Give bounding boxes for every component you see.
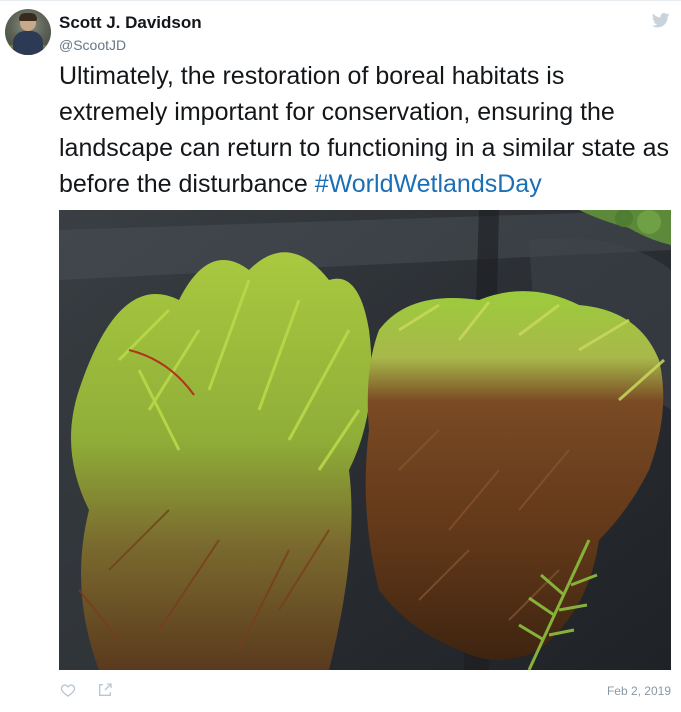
embedded-tweet: Scott J. Davidson @ScootJD Ultimately, t… — [0, 0, 681, 712]
twitter-bird-icon[interactable] — [652, 13, 670, 28]
share-icon[interactable] — [97, 682, 113, 698]
author-name[interactable]: Scott J. Davidson — [59, 13, 202, 33]
heart-icon[interactable] — [60, 682, 76, 698]
hashtag-link[interactable]: #WorldWetlandsDay — [315, 170, 542, 198]
tweet-text: Ultimately, the restoration of boreal ha… — [59, 58, 674, 202]
tweet-date[interactable]: Feb 2, 2019 — [607, 684, 671, 698]
divider — [0, 0, 681, 1]
author-handle[interactable]: @ScootJD — [59, 37, 126, 53]
moss-photo[interactable] — [59, 210, 671, 670]
avatar[interactable] — [5, 9, 51, 55]
